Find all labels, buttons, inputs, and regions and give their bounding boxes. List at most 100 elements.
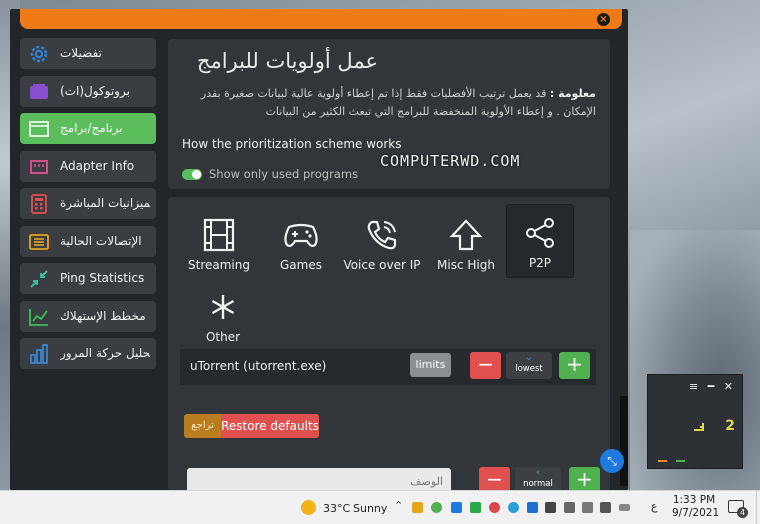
info-note: معلومة : قد يعمل ترتيب الأفضليات فقط إذا… [182,85,596,121]
clock-date: 9/7/2021 [672,507,720,519]
how-it-works-link[interactable]: How the prioritization scheme works [182,137,402,151]
app-tray-icon[interactable] [545,502,556,513]
network-activity-icon [694,423,704,431]
upload-indicator [658,460,667,462]
film-icon [186,215,252,255]
category-label: Streaming [188,258,250,272]
category-streaming[interactable]: Streaming [186,207,252,279]
clock[interactable]: 1:33 PM 9/7/2021 [672,494,720,520]
new-row-decrease-button[interactable]: − [479,467,510,490]
arrow-up-icon [433,215,499,255]
gear-icon [28,43,50,65]
notification-count: 4 [737,507,748,518]
sidebar-item-label: الإتصالات الحالية [60,233,142,248]
decrease-priority-button[interactable]: − [470,352,501,379]
category-label: Other [205,330,241,344]
expand-icon[interactable]: ⤡ [600,449,624,473]
priority-label: lowest [515,364,543,374]
trend-icon [28,306,50,328]
asterisk-icon [190,287,256,327]
sidebar-item-current-connections[interactable]: الإتصالات الحالية [20,225,156,257]
weather-temperature[interactable]: 33°C [323,502,350,515]
shrink-icon [28,268,50,290]
app-tray-icon[interactable] [470,502,481,513]
category-panel: Streaming Games Voice over IP Misc High … [168,197,610,490]
program-name: uTorrent (utorrent.exe) [190,359,327,373]
bars-icon [28,343,50,365]
priority-selector[interactable]: ⌄ lowest [506,352,552,379]
window-icon [28,118,50,140]
app-tray-icon[interactable] [489,502,500,513]
revert-button[interactable]: تراجع [184,414,221,438]
weather-condition[interactable]: Sunny [353,502,387,515]
list-icon [28,231,50,253]
priority-label: normal [523,479,553,489]
page-title: عمل أولويات للبرامج [196,49,378,73]
new-row-increase-button[interactable]: + [569,467,600,490]
restore-defaults-button[interactable]: Restore defaults [221,414,319,438]
gamepad-icon [268,215,334,255]
taskbar: 33°C Sunny ⌃ ع 1:33 PM 9/7/2021 4 [0,490,760,524]
calculator-icon [28,193,50,215]
show-used-programs-label: Show only used programs [209,167,359,181]
show-used-programs-toggle[interactable] [182,169,202,180]
bluetooth-icon[interactable] [527,502,538,513]
program-row: uTorrent (utorrent.exe) limits − ⌄ lowes… [180,349,596,385]
sidebar-item-traffic-analysis[interactable]: تحليل حركة المرور [20,338,156,369]
app-tray-icon[interactable] [564,502,575,513]
sidebar-item-label: مخطط الإستهلاك [60,308,146,323]
app-tray-icon[interactable] [412,502,423,513]
chevron-up-icon[interactable]: ⌃ [394,499,403,512]
sidebar-item-usage-chart[interactable]: مخطط الإستهلاك [20,300,156,332]
chevron-double-down-icon: ⌄ [524,352,534,363]
app-tray-icon[interactable] [431,502,442,513]
category-label: Games [280,258,322,272]
title-bar[interactable]: × [20,9,622,29]
close-button[interactable]: × [597,13,610,26]
increase-priority-button[interactable]: + [559,352,590,379]
sidebar-item-programs[interactable]: برنامج/برامج [20,113,156,144]
language-indicator[interactable]: ع [651,500,658,513]
sidebar-item-label: تفضيلات [60,46,102,60]
category-p2p[interactable]: P2P [506,204,574,278]
info-note-label: معلومة : [549,87,596,100]
telegram-icon[interactable] [508,502,519,513]
category-voice-over-ip[interactable]: Voice over IP [343,207,421,279]
category-games[interactable]: Games [268,207,334,279]
widget-controls[interactable]: ≡ ━ ✕ [689,380,736,393]
category-label: P2P [528,256,552,270]
scrollbar[interactable] [620,396,628,486]
phone-icon [349,215,415,255]
sidebar-item-preferences[interactable]: تفضيلات [20,38,156,69]
sidebar-item-label: Ping Statistics [60,271,145,285]
category-misc-high[interactable]: Misc High [433,207,499,279]
protocol-icon [28,81,50,103]
sidebar-item-label: تحليل حركة المرور [60,346,150,360]
sun-icon[interactable] [301,500,316,515]
limits-button[interactable]: limits [410,353,451,377]
wifi-icon[interactable] [582,502,593,513]
ethernet-icon [28,156,50,178]
app-window: × تفضيلات بروتوكول(ات) برنامج/برامج Adap… [10,9,628,490]
speaker-icon[interactable] [600,502,611,513]
widget-value: 2 [725,418,735,434]
sidebar-item-ping-statistics[interactable]: Ping Statistics [20,263,156,294]
category-label: Voice over IP [343,258,421,272]
sidebar: تفضيلات بروتوكول(ات) برنامج/برامج Adapte… [20,38,156,376]
mini-monitor-widget[interactable]: ≡ ━ ✕ 2 [647,374,743,469]
sidebar-item-protocols[interactable]: بروتوكول(ات) [20,75,156,107]
app-tray-icon[interactable] [451,502,462,513]
category-other[interactable]: Other [190,279,256,351]
chevron-left-icon: ‹ [536,467,540,478]
new-row-priority-selector[interactable]: ‹ normal [515,467,561,490]
sidebar-item-live-budgets[interactable]: الميزانيات المباشرة [20,188,156,219]
share-icon [507,213,573,253]
sidebar-item-label: بروتوكول(ات) [60,83,130,98]
description-input[interactable] [187,468,451,490]
battery-icon[interactable] [619,504,630,511]
watermark: COMPUTERWD.COM [380,152,521,170]
show-desktop-button[interactable] [756,491,760,524]
download-indicator [676,460,685,462]
sidebar-item-label: Adapter Info [60,158,135,173]
sidebar-item-adapter-info[interactable]: Adapter Info [20,150,156,182]
